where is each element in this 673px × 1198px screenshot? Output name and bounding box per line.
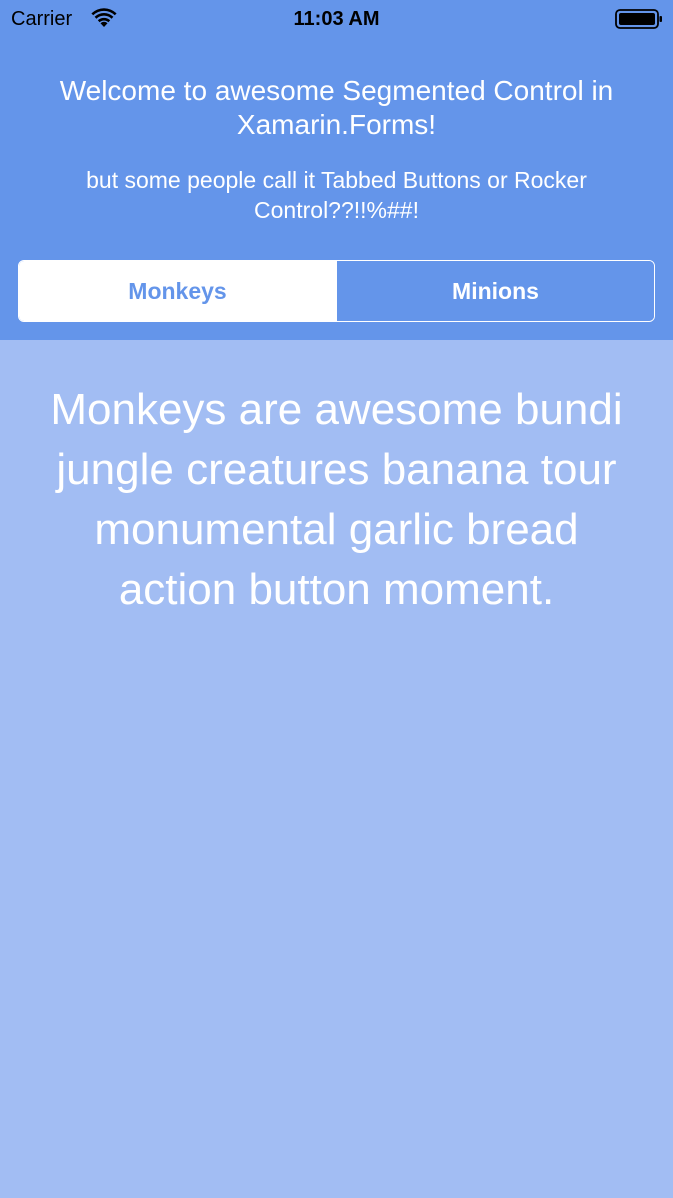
welcome-subtitle: but some people call it Tabbed Buttons o…: [86, 167, 587, 223]
battery-icon: [615, 9, 662, 29]
welcome-title: Welcome to awesome Segmented Control in …: [59, 75, 614, 140]
status-bar: Carrier 11:03 AM: [0, 0, 673, 40]
header-panel: Carrier 11:03 AM Welcome to awesome Segm…: [0, 0, 673, 340]
app-screen: Carrier 11:03 AM Welcome to awesome Segm…: [0, 0, 673, 1198]
segment-minions[interactable]: Minions: [336, 261, 654, 321]
clock-label: 11:03 AM: [293, 8, 380, 30]
segmented-control: Monkeys Minions: [18, 260, 655, 322]
segment-content-text: Monkeys are awesome bundi jungle creatur…: [50, 385, 623, 614]
segment-monkeys[interactable]: Monkeys: [19, 261, 336, 321]
